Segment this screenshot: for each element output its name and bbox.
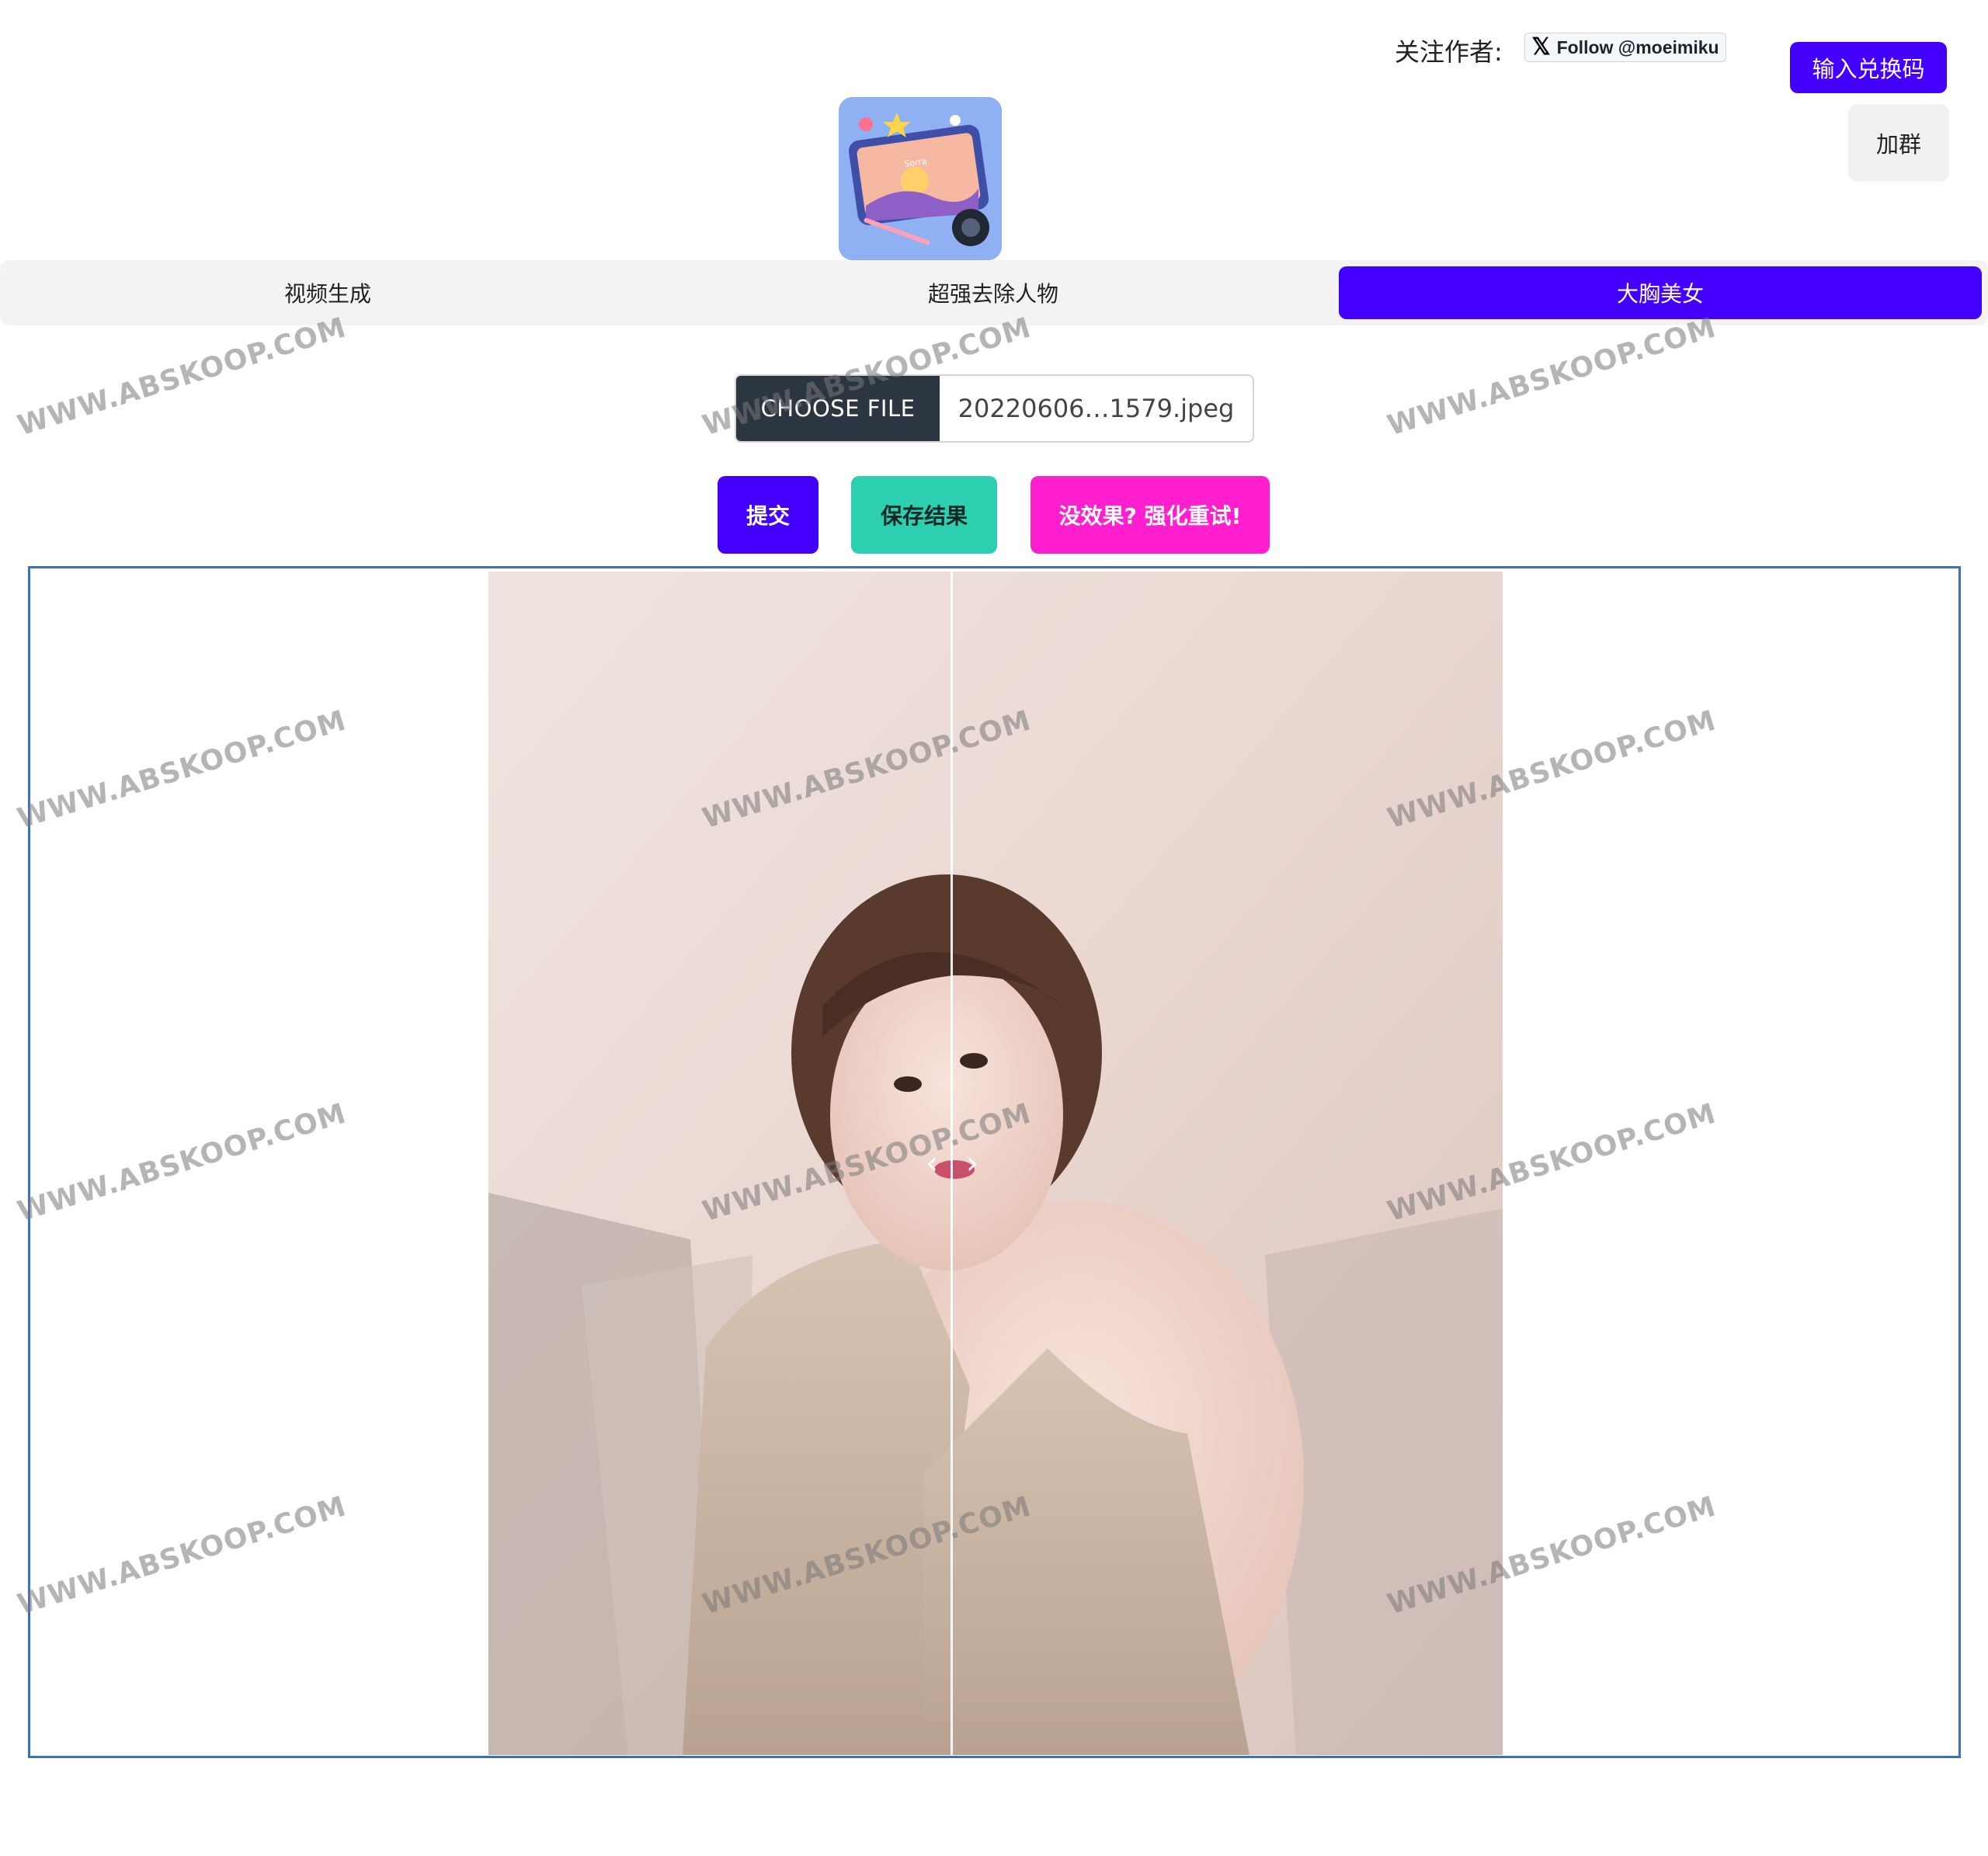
x-follow-label: Follow @moeimiku (1556, 36, 1719, 57)
save-result-button[interactable]: 保存结果 (851, 476, 997, 554)
x-logo-icon: 𝕏 (1531, 34, 1551, 60)
follow-author-label: 关注作者: (1395, 37, 1503, 67)
logo-illustration: Sorra (839, 97, 1002, 260)
submit-button[interactable]: 提交 (718, 476, 818, 554)
tab-video-generation[interactable]: 视频生成 (6, 266, 649, 319)
compare-viewer[interactable]: ‹ › (28, 566, 1961, 1758)
chevron-left-icon[interactable]: ‹ (919, 1148, 944, 1179)
selected-file-name: 20220606…1579.jpeg (958, 394, 1235, 423)
tab-bar: 视频生成 超强去除人物 大胸美女 (0, 260, 1988, 325)
tab-busty-beauty[interactable]: 大胸美女 (1339, 266, 1982, 319)
chevron-right-icon[interactable]: › (960, 1148, 985, 1179)
watermark-text: WWW.ABSKOOP.COM (1384, 311, 1720, 443)
choose-file-button[interactable]: CHOOSE FILE (736, 376, 940, 441)
tab-remove-person[interactable]: 超强去除人物 (672, 266, 1315, 319)
join-group-button[interactable]: 加群 (1848, 104, 1949, 182)
file-input[interactable]: CHOOSE FILE 20220606…1579.jpeg (735, 374, 1254, 443)
watermark-text: WWW.ABSKOOP.COM (14, 311, 350, 443)
redeem-code-button[interactable]: 输入兑换码 (1790, 42, 1947, 93)
enhanced-retry-button[interactable]: 没效果? 强化重试! (1030, 476, 1270, 554)
app-logo: Sorra (839, 97, 1002, 260)
result-photo (488, 572, 1503, 1755)
x-follow-button[interactable]: 𝕏 Follow @moeimiku (1524, 33, 1726, 62)
compare-slider-divider[interactable] (951, 572, 953, 1755)
